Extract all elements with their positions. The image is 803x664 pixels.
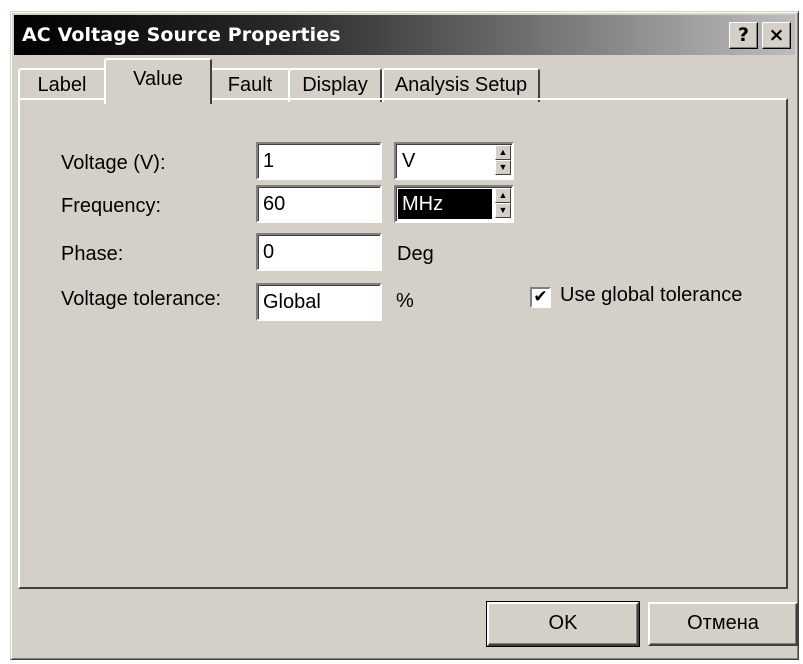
phase-unit-label: Deg — [397, 243, 434, 265]
voltage-unit-spin: ▲ ▼ — [495, 145, 511, 177]
voltage-unit-value: V — [402, 150, 416, 172]
phase-input[interactable]: 0 — [256, 233, 382, 271]
frequency-unit-spin: ▲ ▼ — [495, 188, 511, 220]
tolerance-input[interactable]: Global — [256, 283, 382, 321]
spin-down-icon[interactable]: ▼ — [495, 203, 511, 218]
close-button[interactable]: × — [762, 22, 791, 49]
frequency-unit-spinner[interactable]: MHz ▲ ▼ — [394, 185, 514, 223]
tolerance-label: Voltage tolerance: — [61, 288, 222, 310]
frequency-unit-value: MHz — [398, 189, 492, 219]
spin-up-icon[interactable]: ▲ — [495, 188, 511, 203]
title-bar[interactable]: AC Voltage Source Properties ? × — [14, 15, 795, 55]
tolerance-unit-label: % — [396, 290, 414, 312]
voltage-label: Voltage (V): — [61, 152, 166, 174]
use-global-tolerance-label: Use global tolerance — [560, 284, 743, 306]
phase-label: Phase: — [61, 243, 124, 265]
tab-label[interactable]: Label — [18, 68, 106, 102]
spin-down-icon[interactable]: ▼ — [495, 160, 511, 175]
frequency-input[interactable]: 60 — [256, 185, 382, 223]
help-button[interactable]: ? — [729, 22, 758, 49]
tab-display[interactable]: Display — [288, 68, 382, 102]
tab-value[interactable]: Value — [104, 58, 212, 104]
spin-up-icon[interactable]: ▲ — [495, 145, 511, 160]
ok-button[interactable]: OK — [486, 601, 640, 647]
tab-analysis-setup[interactable]: Analysis Setup — [382, 68, 540, 102]
cancel-button[interactable]: Отмена — [648, 602, 798, 646]
tab-fault[interactable]: Fault — [210, 68, 290, 102]
voltage-input[interactable]: 1 — [256, 142, 382, 180]
voltage-unit-spinner[interactable]: V ▲ ▼ — [394, 142, 514, 180]
window-title: AC Voltage Source Properties — [22, 24, 341, 46]
tab-bar: Label Value Fault Display Analysis Setup — [18, 58, 778, 104]
use-global-tolerance-checkbox[interactable]: ✔ — [530, 287, 551, 308]
frequency-label: Frequency: — [61, 195, 162, 217]
